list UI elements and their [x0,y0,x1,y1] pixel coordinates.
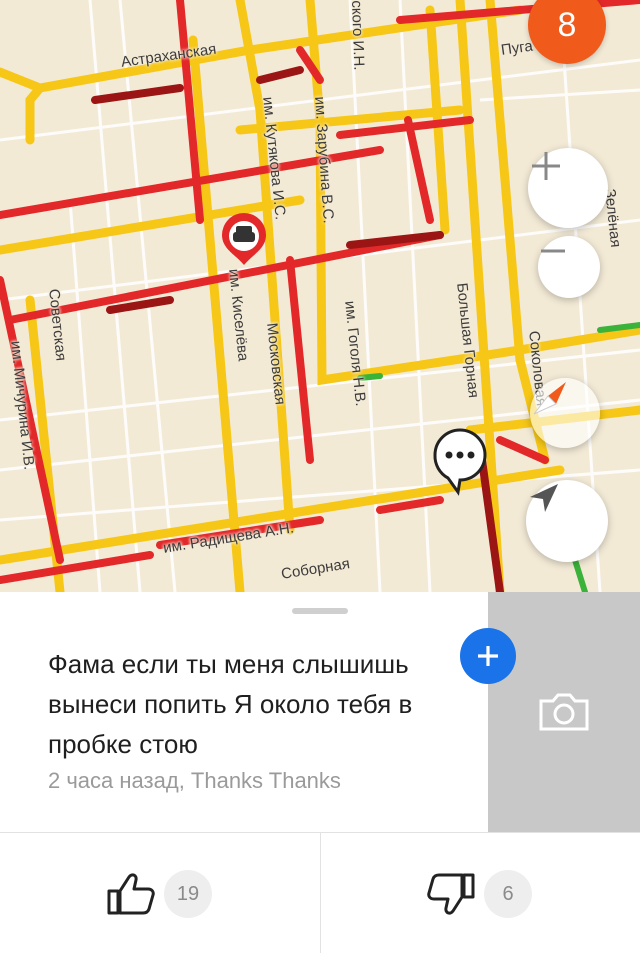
navigation-arrow-icon [530,484,558,512]
event-meta: 2 часа назад, Thanks Thanks [48,768,341,793]
like-count: 19 [164,870,212,918]
camera-icon [539,693,589,731]
sheet-drag-handle[interactable] [292,608,348,614]
zoom-in-button[interactable] [528,148,608,228]
zoom-out-button[interactable] [538,236,600,298]
add-comment-button[interactable] [460,628,516,684]
street-label: ского И.Н. [348,0,368,71]
thumbs-up-icon [107,873,155,915]
add-photo-button[interactable] [488,592,640,832]
like-button[interactable]: 19 [106,854,212,934]
event-card: Фама если ты меня слышишь вынеси попить … [0,592,640,953]
accident-marker-icon[interactable] [222,213,266,265]
event-message: Фама если ты меня слышишь вынеси попить … [48,649,413,759]
divider [320,832,321,953]
dislike-button[interactable]: 6 [426,854,532,934]
minus-icon [541,249,565,253]
dislike-count: 6 [484,870,532,918]
compass-icon [533,382,566,415]
locate-me-button[interactable] [526,480,608,562]
thumbs-down-icon [427,873,475,915]
compass-button[interactable] [530,378,600,448]
plus-icon [532,152,560,180]
plus-icon [478,646,498,666]
traffic-map[interactable]: Астраханская Пуга ского И.Н. им. Зарубин… [0,0,640,592]
